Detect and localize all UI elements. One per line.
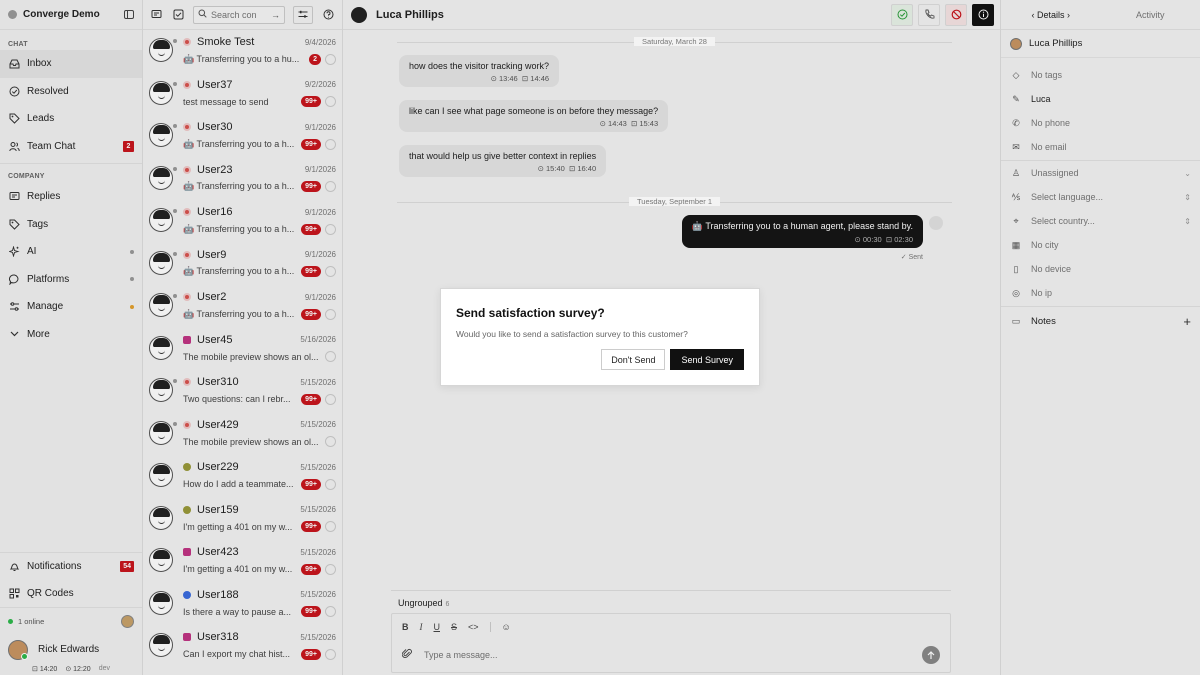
dialog-title: Send satisfaction survey? [456,306,605,320]
date-separator-label: Saturday, March 28 [634,37,715,46]
date-separator-label: Tuesday, September 1 [628,197,721,206]
survey-dialog: Send satisfaction survey? Would you like… [440,288,760,386]
dialog-description: Would you like to send a satisfaction su… [456,329,688,339]
send-survey-button[interactable]: Send Survey [670,349,744,370]
dialog-actions: Don't Send Send Survey [601,349,744,370]
dont-send-button[interactable]: Don't Send [601,349,666,370]
